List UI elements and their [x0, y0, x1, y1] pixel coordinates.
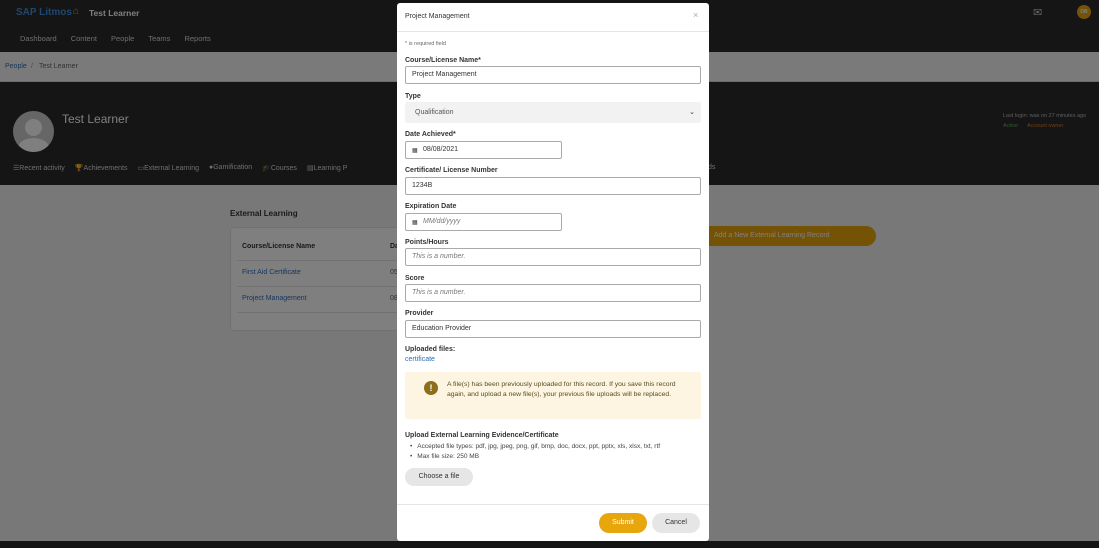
cert-number-label: Certificate/ License Number	[405, 167, 498, 174]
name-field[interactable]: Project Management	[405, 66, 701, 84]
provider-value: Education Provider	[412, 325, 472, 332]
points-label: Points/Hours	[405, 239, 449, 246]
type-value: Qualification	[415, 109, 454, 116]
chevron-down-icon: ⌄	[689, 109, 695, 116]
expiration-placeholder: MM/dd/yyyy	[423, 218, 461, 225]
calendar-icon[interactable]: ▦	[412, 148, 418, 154]
name-label: Course/License Name*	[405, 57, 481, 64]
modal-title: Project Management	[405, 13, 470, 20]
calendar-icon[interactable]: ▦	[412, 220, 418, 226]
points-placeholder: This is a number.	[412, 253, 466, 260]
upload-rules-list: Accepted file types: pdf, jpg, jpeg, png…	[417, 442, 660, 462]
uploaded-file-link[interactable]: certificate	[405, 356, 435, 363]
uploaded-files-label: Uploaded files:	[405, 346, 456, 353]
edit-record-modal: Project Management × * is required field…	[397, 3, 709, 541]
submit-button[interactable]: Submit	[599, 513, 647, 533]
required-note: * is required field	[405, 41, 446, 47]
points-field[interactable]: This is a number.	[405, 248, 701, 266]
modal-footer-divider	[397, 504, 709, 505]
score-field[interactable]: This is a number.	[405, 284, 701, 302]
upload-warning-alert: ! A file(s) has been previously uploaded…	[405, 372, 701, 419]
type-label: Type	[405, 93, 421, 100]
type-select[interactable]: Qualification ⌄	[405, 102, 701, 123]
date-achieved-label: Date Achieved*	[405, 131, 456, 138]
date-achieved-value: 08/08/2021	[423, 146, 459, 153]
expiration-label: Expiration Date	[405, 203, 457, 210]
list-item: Max file size: 250 MB	[417, 452, 660, 462]
score-label: Score	[405, 275, 425, 282]
provider-field[interactable]: Education Provider	[405, 320, 701, 338]
cert-number-field[interactable]: 1234B	[405, 177, 701, 195]
cancel-button[interactable]: Cancel	[652, 513, 700, 533]
date-achieved-field[interactable]: ▦ 08/08/2021	[405, 141, 562, 159]
close-icon[interactable]: ×	[693, 10, 698, 20]
modal-header: Project Management ×	[397, 3, 709, 32]
upload-evidence-label: Upload External Learning Evidence/Certif…	[405, 432, 559, 439]
warning-icon: !	[424, 381, 438, 395]
alert-text: A file(s) has been previously uploaded f…	[447, 381, 676, 398]
list-item: Accepted file types: pdf, jpg, jpeg, png…	[417, 442, 660, 452]
expiration-date-field[interactable]: ▦ MM/dd/yyyy	[405, 213, 562, 231]
choose-file-button[interactable]: Choose a file	[405, 468, 473, 486]
cert-number-value: 1234B	[412, 182, 433, 189]
provider-label: Provider	[405, 310, 434, 317]
name-value: Project Management	[412, 71, 477, 78]
score-placeholder: This is a number.	[412, 289, 466, 296]
